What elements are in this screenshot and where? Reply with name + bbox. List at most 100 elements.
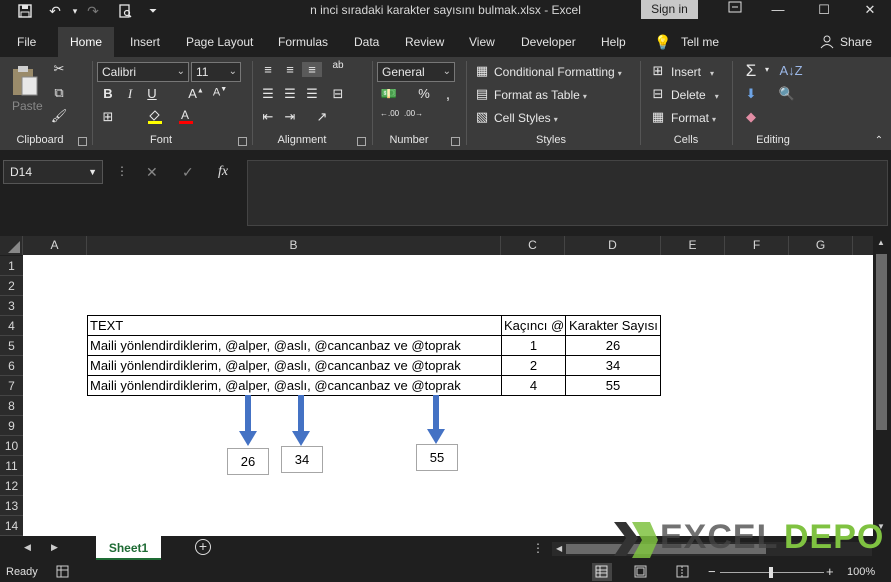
column-header-d[interactable]: D [565,236,661,255]
clipboard-launcher-icon[interactable] [78,137,87,146]
table-header-kacinci[interactable]: Kaçıncı @ [501,315,566,336]
table-row-3-text[interactable]: Maili yönlendirdiklerim, @alper, @aslı, … [87,375,502,396]
tab-view[interactable]: View [469,27,495,57]
font-launcher-icon[interactable] [238,137,247,146]
decrease-font-icon[interactable]: A▼ [212,86,228,99]
ribbon-display-icon[interactable] [715,0,755,22]
sheet-tab-sheet1[interactable]: Sheet1 [96,536,161,560]
table-row-1-kacinci[interactable]: 1 [501,335,566,356]
table-header-karakter-sayisi[interactable]: Karakter Sayısı [565,315,661,336]
row-header-4[interactable]: 4 [0,316,23,336]
fill-icon[interactable]: ⬇ [742,86,760,102]
row-header-1[interactable]: 1 [0,256,23,276]
row-header-2[interactable]: 2 [0,276,23,296]
font-name-select[interactable]: Calibri ⌄ [97,62,189,82]
format-painter-icon[interactable]: 🖌 [50,108,68,124]
vertical-scroll-thumb[interactable] [876,254,887,430]
table-row-2-text[interactable]: Maili yönlendirdiklerim, @alper, @aslı, … [87,355,502,376]
comma-style-icon[interactable]: , [440,86,456,103]
delete-cells-button[interactable]: Delete ▾ [671,88,719,102]
add-sheet-icon[interactable]: + [195,539,211,555]
tab-developer[interactable]: Developer [521,27,576,57]
row-header-13[interactable]: 13 [0,496,23,516]
merge-center-icon[interactable]: ⊟ [330,86,346,102]
column-header-b[interactable]: B [87,236,501,255]
borders-icon[interactable]: ⊞ [100,109,116,125]
name-box[interactable]: D14 ▼ [3,160,103,184]
number-format-select[interactable]: General ⌄ [377,62,455,82]
cut-icon[interactable]: ✂ [50,61,68,77]
paste-icon[interactable] [10,65,40,97]
minimize-icon[interactable]: — [758,0,798,22]
cell-styles-button[interactable]: Cell Styles ▾ [494,111,558,125]
clear-icon[interactable]: ◆ [742,109,760,125]
zoom-out-icon[interactable]: − [708,564,716,579]
format-as-table-icon[interactable]: ▤ [474,86,490,102]
select-all-corner[interactable] [0,236,23,255]
column-header-f[interactable]: F [725,236,789,255]
format-cells-button[interactable]: Format ▾ [671,111,716,125]
align-top-icon[interactable]: ≡ [260,62,276,77]
font-size-select[interactable]: 11 ⌄ [191,62,241,82]
close-icon[interactable]: ✕ [850,0,890,22]
callout-box-2[interactable]: 34 [281,446,323,473]
scroll-tabs-right-icon[interactable]: ▶ [51,542,58,553]
row-header-3[interactable]: 3 [0,296,23,316]
format-cells-icon[interactable]: ▦ [650,109,666,125]
copy-icon[interactable]: ⧉ [50,85,68,101]
insert-cells-icon[interactable]: ⊞ [650,63,666,79]
table-row-1-karakter[interactable]: 26 [565,335,661,356]
align-center-icon[interactable]: ☰ [282,86,298,102]
scroll-tabs-left-icon[interactable]: ◀ [24,542,31,553]
table-header-text[interactable]: TEXT [87,315,502,336]
column-header-g[interactable]: G [789,236,853,255]
increase-font-icon[interactable]: A▲ [188,86,204,101]
scroll-up-icon[interactable]: ▲ [877,238,885,247]
tab-home[interactable]: Home [58,27,115,57]
increase-decimal-icon[interactable]: ←.00 [380,109,399,118]
cancel-entry-icon[interactable]: ✕ [146,164,158,181]
row-header-6[interactable]: 6 [0,356,23,376]
row-header-8[interactable]: 8 [0,396,23,416]
column-header-a[interactable]: A [23,236,87,255]
tab-data[interactable]: Data [354,27,379,57]
table-row-3-karakter[interactable]: 55 [565,375,661,396]
align-middle-icon[interactable]: ≡ [282,62,298,77]
table-row-2-karakter[interactable]: 34 [565,355,661,376]
formula-input[interactable] [247,160,888,226]
table-row-1-text[interactable]: Maili yönlendirdiklerim, @alper, @aslı, … [87,335,502,356]
normal-view-icon[interactable] [592,563,612,581]
page-layout-view-icon[interactable] [634,565,647,581]
page-break-view-icon[interactable] [676,565,689,581]
share-button[interactable]: Share [840,27,872,57]
tab-page-layout[interactable]: Page Layout [186,27,253,57]
column-header-c[interactable]: C [501,236,565,255]
scroll-left-icon[interactable]: ◀ [556,544,562,553]
tab-file[interactable]: File [17,27,36,57]
row-header-10[interactable]: 10 [0,436,23,456]
row-header-14[interactable]: 14 [0,516,23,536]
align-bottom-icon[interactable]: ≡ [302,62,322,77]
alignment-launcher-icon[interactable] [357,137,366,146]
font-color-icon[interactable]: A [178,108,194,127]
tab-formulas[interactable]: Formulas [278,27,328,57]
percent-icon[interactable]: % [416,86,432,101]
table-row-2-kacinci[interactable]: 2 [501,355,566,376]
conditional-formatting-button[interactable]: Conditional Formatting ▾ [494,65,622,79]
align-left-icon[interactable]: ☰ [260,86,276,102]
tab-help[interactable]: Help [601,27,626,57]
table-row-3-kacinci[interactable]: 4 [501,375,566,396]
collapse-ribbon-icon[interactable]: ⌃ [872,135,886,146]
sign-in-button[interactable]: Sign in [641,0,698,19]
row-header-11[interactable]: 11 [0,456,23,476]
sort-filter-icon[interactable]: A↓Z [778,63,804,78]
zoom-in-icon[interactable]: + [826,564,834,579]
delete-cells-icon[interactable]: ⊟ [650,86,666,102]
format-as-table-button[interactable]: Format as Table ▾ [494,88,587,102]
underline-icon[interactable]: U [144,86,160,101]
bold-icon[interactable]: B [100,86,116,101]
row-header-12[interactable]: 12 [0,476,23,496]
orientation-icon[interactable]: ab [330,60,346,71]
number-launcher-icon[interactable] [451,137,460,146]
zoom-level[interactable]: 100% [847,566,875,578]
